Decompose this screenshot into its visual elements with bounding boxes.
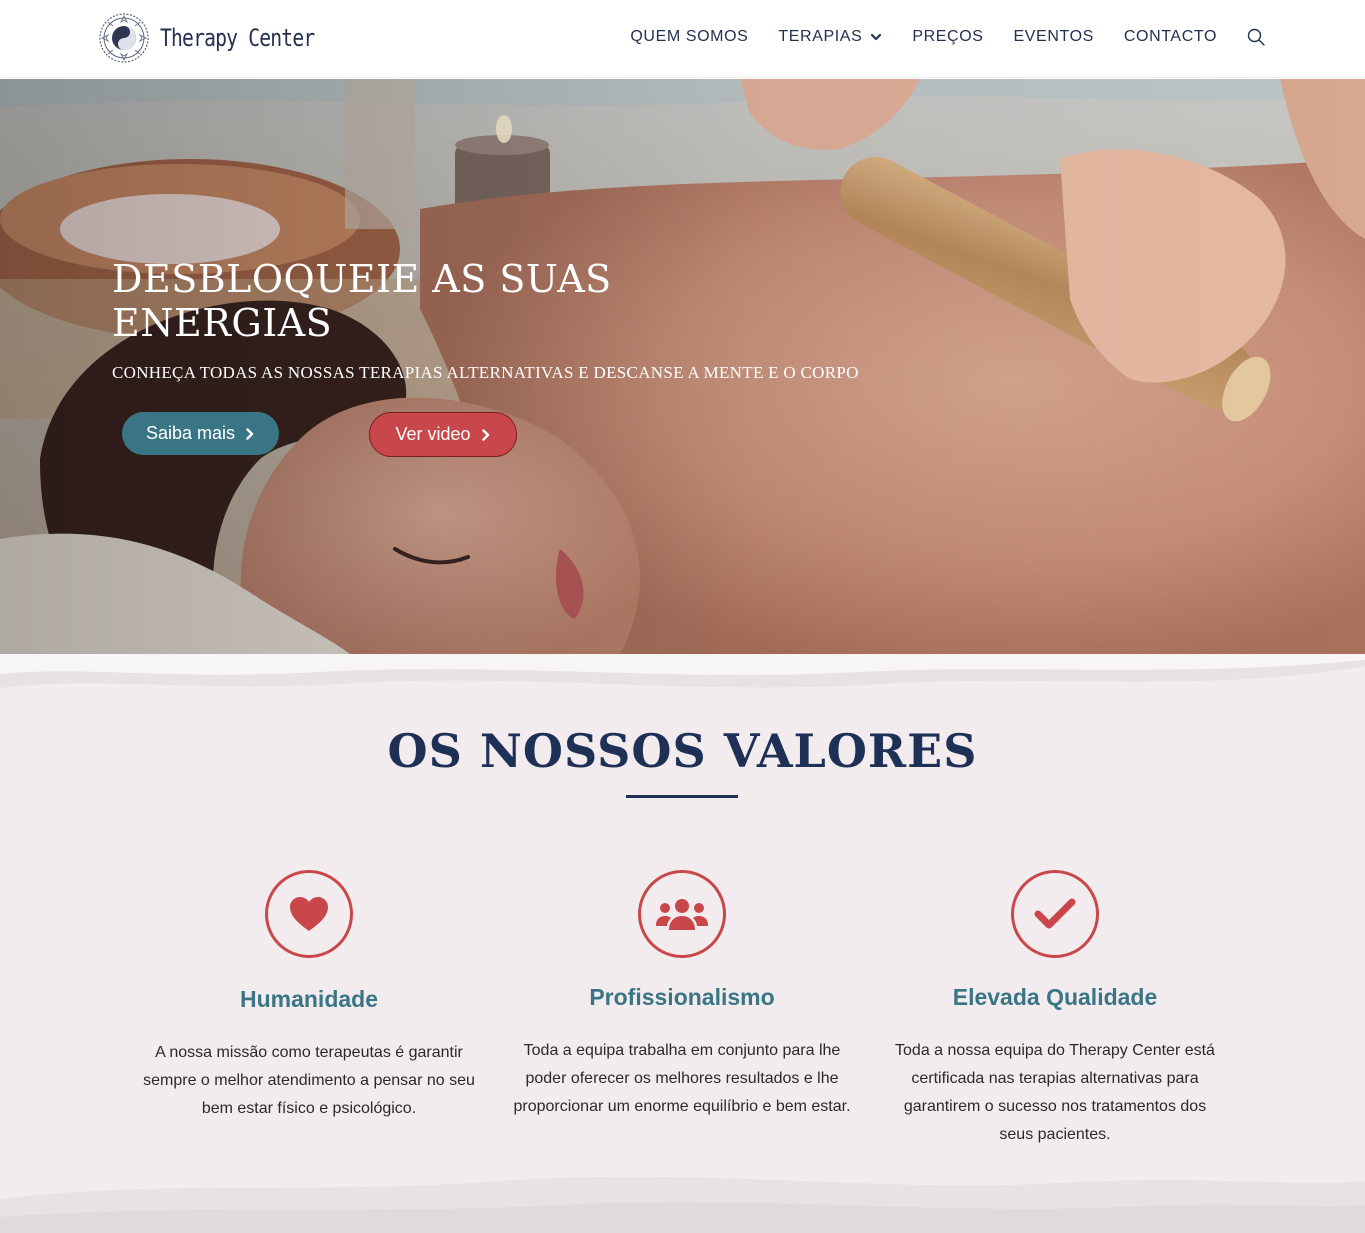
nav-item-eventos[interactable]: EVENTOS bbox=[1014, 26, 1094, 48]
value-card-text: Toda a equipa trabalha em conjunto para … bbox=[513, 1042, 851, 1115]
nav-label: CONTACTO bbox=[1123, 28, 1217, 45]
nav-item-quem-somos[interactable]: QUEM SOMOS bbox=[630, 26, 748, 48]
value-card-text: Toda a nossa equipa do Therapy Center es… bbox=[895, 1042, 1215, 1143]
button-label: Ver video bbox=[395, 424, 471, 444]
chevron-down-icon bbox=[871, 33, 882, 41]
values-section: OS NOSSOS VALORES Humanidade A nossa mis… bbox=[0, 654, 1365, 1233]
logo-text: Therapy Center bbox=[160, 24, 315, 52]
title-divider bbox=[626, 795, 738, 798]
chevron-right-icon bbox=[246, 427, 254, 440]
value-card-title: Profissionalismo bbox=[589, 984, 775, 1010]
heart-icon bbox=[265, 870, 353, 958]
chevron-right-icon bbox=[481, 428, 489, 441]
nav-item-contacto[interactable]: CONTACTO bbox=[1124, 26, 1217, 48]
logo[interactable]: Therapy Center bbox=[96, 12, 348, 64]
top-wave-divider bbox=[0, 654, 1365, 688]
hero-subtitle: CONHEÇA TODAS AS NOSSAS TERAPIAS ALTERNA… bbox=[112, 363, 859, 382]
users-icon bbox=[638, 870, 726, 958]
value-card-text: A nossa missão como terapeutas é garanti… bbox=[143, 1044, 475, 1117]
ver-video-button[interactable]: Ver video bbox=[369, 412, 517, 457]
bottom-wave-divider bbox=[0, 1176, 1365, 1233]
value-card-title: Humanidade bbox=[239, 986, 379, 1012]
value-card-elevada-qualidade: Elevada Qualidade Toda a nossa equipa do… bbox=[875, 870, 1235, 1149]
check-icon bbox=[1011, 870, 1099, 958]
nav-item-precos[interactable]: PREÇOS bbox=[912, 26, 983, 48]
nav-label: PREÇOS bbox=[912, 28, 984, 45]
main-nav: QUEM SOMOS TERAPIAS PREÇOS EVENTOS CONTA… bbox=[600, 26, 1265, 48]
yin-yang-mandala-icon bbox=[99, 13, 149, 63]
site-header: Therapy Center QUEM SOMOS TERAPIAS PREÇO… bbox=[0, 0, 1365, 78]
hero-title: DESBLOQUEIE AS SUAS ENERGIAS bbox=[112, 257, 612, 345]
value-card-humanidade: Humanidade A nossa missão como terapeuta… bbox=[129, 870, 489, 1123]
search-icon[interactable] bbox=[1247, 28, 1265, 46]
hero-banner: DESBLOQUEIE AS SUAS ENERGIAS CONHEÇA TOD… bbox=[0, 79, 1365, 654]
nav-label: QUEM SOMOS bbox=[630, 28, 749, 45]
value-card-title: Elevada Qualidade bbox=[952, 984, 1158, 1010]
nav-label: TERAPIAS bbox=[778, 28, 863, 45]
section-title: OS NOSSOS VALORES bbox=[387, 724, 978, 778]
nav-item-terapias[interactable]: TERAPIAS bbox=[778, 26, 882, 48]
saiba-mais-button[interactable]: Saiba mais bbox=[122, 412, 279, 455]
button-label: Saiba mais bbox=[145, 423, 236, 443]
value-card-profissionalismo: Profissionalismo Toda a equipa trabalha … bbox=[502, 870, 862, 1121]
nav-label: EVENTOS bbox=[1013, 28, 1094, 45]
